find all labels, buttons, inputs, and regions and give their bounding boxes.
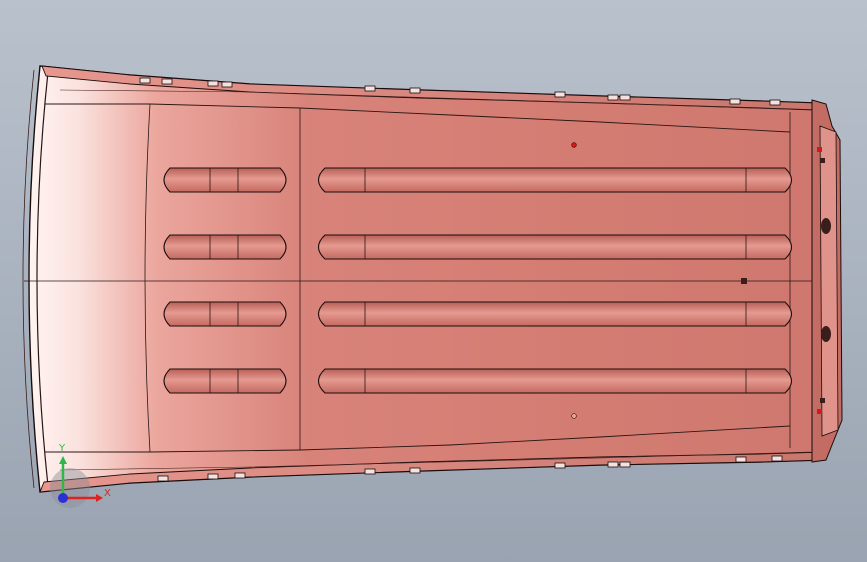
graphics-viewport[interactable]: Y X [0,0,867,562]
roof-panel-model[interactable] [0,0,867,562]
short-slot-3 [163,301,287,327]
triad-z-axis [58,493,68,503]
short-slot-4 [163,368,287,394]
triad-x-label: X [104,488,111,499]
triad-x-arrow [96,494,103,502]
long-slot-3 [317,301,793,327]
long-slot-4 [317,368,793,394]
triad-shadow [50,468,90,508]
rear-header-inner [819,125,839,437]
long-slot-2 [317,234,793,260]
triad-y-label: Y [59,443,66,454]
short-slot-1 [163,167,287,193]
short-slot-2 [163,234,287,260]
long-slot-1 [317,167,793,193]
